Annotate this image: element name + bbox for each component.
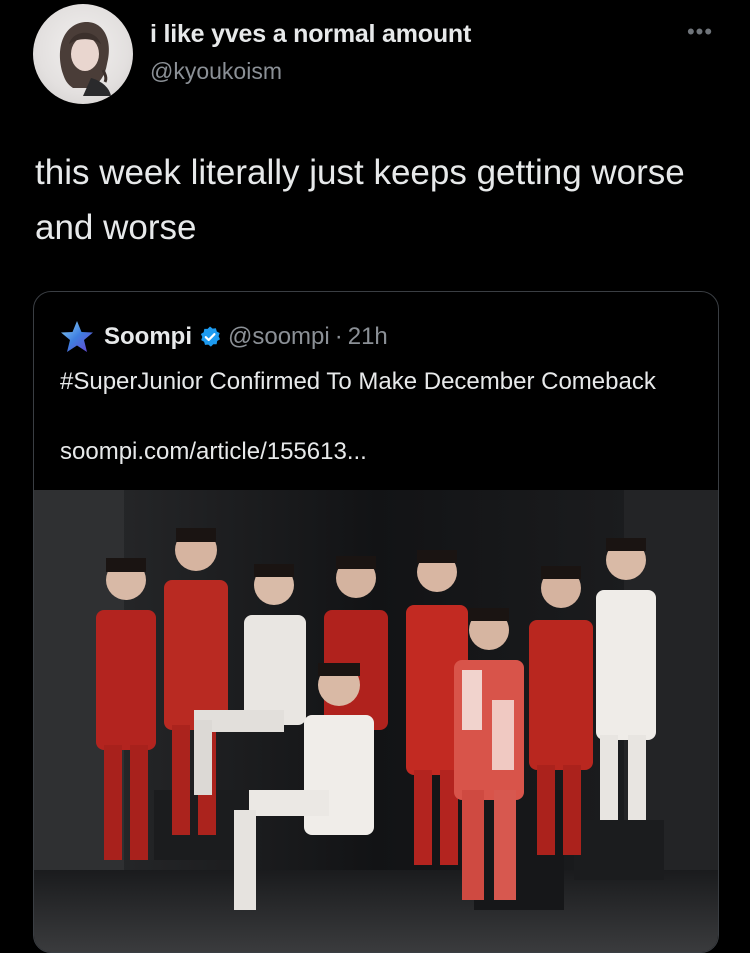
more-horizontal-icon: ••• (686, 19, 714, 44)
quoted-tweet-time[interactable]: 21h (348, 323, 388, 351)
quoted-tweet-card[interactable]: Soompi @soompi · 21h #SuperJunior Confir… (33, 291, 719, 953)
quoted-author-name[interactable]: Soompi (104, 323, 192, 351)
tweet-text: this week literally just keeps getting w… (35, 153, 685, 247)
avatar-image (59, 21, 111, 96)
quoted-author-handle[interactable]: @soompi (228, 323, 330, 351)
quoted-tweet-header: Soompi @soompi · 21h (60, 319, 388, 355)
author-handle[interactable]: @kyoukoism (150, 58, 282, 85)
quoted-tweet-link[interactable]: soompi.com/article/155613... (60, 438, 367, 466)
separator-dot: · (334, 323, 343, 350)
quoted-tweet-photo[interactable] (34, 490, 718, 952)
verified-badge-icon (200, 326, 220, 347)
author-display-name[interactable]: i like yves a normal amount (150, 20, 471, 49)
group-photo-image (34, 490, 718, 952)
more-options-button[interactable]: ••• (683, 19, 717, 44)
quoted-tweet-text: #SuperJunior Confirmed To Make December … (60, 368, 656, 395)
author-avatar[interactable] (33, 4, 133, 104)
star-icon (61, 321, 93, 352)
soompi-avatar[interactable] (60, 320, 94, 354)
